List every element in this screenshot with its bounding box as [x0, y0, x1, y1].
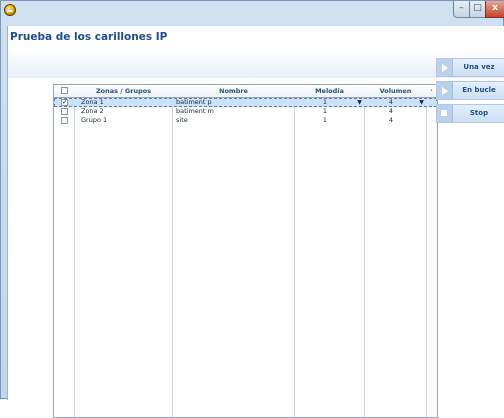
table-header: Zonas / Grupos Nombre Melodía Volumen › [54, 85, 437, 98]
column-divider [172, 85, 173, 417]
close-button[interactable]: x [485, 1, 504, 18]
melody-cell[interactable]: 1 [295, 116, 355, 125]
client-area: Prueba de los carillones IP Zonas / Grup… [7, 26, 504, 418]
row-checkbox[interactable] [61, 117, 68, 124]
title-bar[interactable]: – □ x [1, 1, 504, 23]
play-once-button[interactable]: Una vez [436, 58, 504, 77]
play-loop-button[interactable]: En bucle [436, 81, 504, 100]
maximize-button[interactable]: □ [469, 1, 486, 18]
zone-cell: Zona 2 [81, 107, 104, 115]
column-divider [294, 85, 295, 417]
volume-cell[interactable]: 4 [365, 116, 417, 125]
table-row[interactable]: Zona 2 batiment m 1 4 [54, 107, 437, 116]
melody-select[interactable]: 1 [295, 98, 355, 107]
zones-table: Zonas / Grupos Nombre Melodía Volumen › … [53, 84, 438, 418]
volume-select[interactable]: 4 [365, 98, 417, 107]
name-cell: site [176, 116, 188, 124]
table-row[interactable]: Grupo 1 site 1 4 [54, 116, 437, 125]
header-band [8, 48, 504, 78]
column-header-volume[interactable]: Volumen [365, 85, 426, 97]
column-divider [426, 85, 427, 417]
chevron-down-icon[interactable]: ▼ [417, 98, 426, 107]
column-header-name[interactable]: Nombre [173, 85, 294, 97]
zone-cell: Zona 1 [81, 98, 104, 106]
volume-cell[interactable]: 4 [365, 107, 417, 116]
row-checkbox[interactable] [61, 108, 68, 115]
name-cell: batiment m [176, 107, 214, 115]
play-once-label: Una vez [463, 63, 495, 71]
melody-cell[interactable]: 1 [295, 107, 355, 116]
name-cell: batiment p [176, 98, 212, 106]
main-window: – □ x Prueba de los carillones IP Zonas … [0, 0, 504, 418]
bell-app-icon [4, 4, 16, 16]
row-checkbox[interactable]: ✓ [61, 99, 68, 106]
column-header-melody[interactable]: Melodía [295, 85, 364, 97]
play-icon [437, 82, 453, 99]
stop-button[interactable]: Stop [436, 104, 504, 123]
column-divider [74, 85, 75, 417]
play-loop-label: En bucle [462, 86, 496, 94]
stop-label: Stop [469, 109, 489, 117]
select-all-checkbox[interactable] [61, 87, 68, 94]
stop-icon [437, 105, 453, 122]
zone-cell: Grupo 1 [81, 116, 108, 124]
minimize-button[interactable]: – [453, 1, 470, 18]
chevron-down-icon[interactable]: ▼ [355, 98, 364, 107]
column-divider [364, 85, 365, 417]
table-row[interactable]: ✓ Zona 1 batiment p 1 ▼ 4 ▼ [54, 98, 437, 107]
page-title: Prueba de los carillones IP [10, 31, 168, 43]
column-header-zones[interactable]: Zonas / Grupos [75, 85, 172, 97]
play-icon [437, 59, 453, 76]
